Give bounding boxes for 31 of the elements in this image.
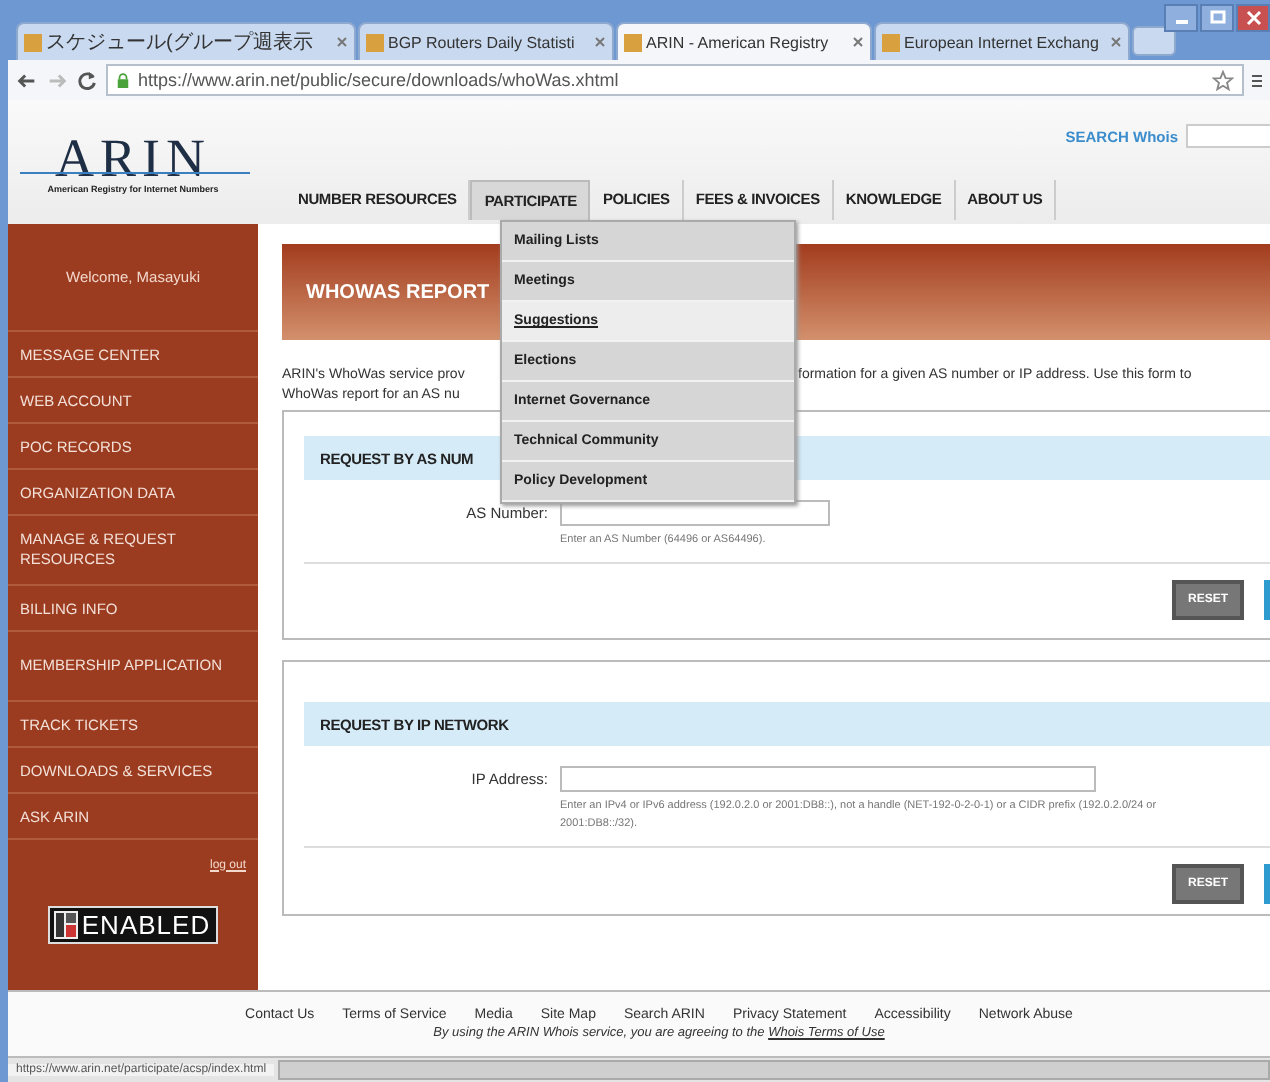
close-icon[interactable] bbox=[852, 36, 864, 48]
address-bar[interactable]: https://www.arin.net/public/secure/downloads/whoWas.xhtml bbox=[106, 64, 1244, 96]
maximize-icon bbox=[1207, 10, 1227, 26]
lock-icon bbox=[116, 71, 130, 89]
favicon-icon bbox=[624, 33, 642, 51]
page-title: WHOWAS REPORT bbox=[306, 281, 490, 303]
input-field[interactable] bbox=[560, 766, 1096, 792]
search-field[interactable] bbox=[1186, 124, 1270, 148]
minimize-button[interactable] bbox=[1164, 4, 1198, 32]
forward-icon[interactable] bbox=[46, 69, 68, 91]
ipv6-enabled-badge: ENABLED bbox=[47, 906, 219, 944]
menu-icon[interactable] bbox=[1252, 69, 1262, 91]
back-icon[interactable] bbox=[16, 69, 38, 91]
favicon-icon bbox=[882, 33, 900, 51]
favicon-icon bbox=[24, 33, 42, 51]
close-icon bbox=[1243, 10, 1263, 26]
maximize-button[interactable] bbox=[1200, 4, 1234, 32]
browser-tab[interactable]: BGP Routers Daily Statisti bbox=[358, 22, 614, 60]
favicon-icon bbox=[366, 33, 384, 51]
star-icon[interactable] bbox=[1212, 69, 1234, 91]
reload-icon[interactable] bbox=[76, 69, 98, 91]
close-button[interactable] bbox=[1236, 4, 1270, 32]
new-tab-button[interactable] bbox=[1132, 26, 1176, 56]
browser-tab[interactable]: スケジュール(グループ週表示 bbox=[16, 22, 356, 60]
browser-tab[interactable]: ARIN - American Registry bbox=[616, 22, 872, 60]
horizontal-scrollbar[interactable] bbox=[278, 1060, 1270, 1080]
close-icon[interactable] bbox=[336, 36, 348, 48]
ipv6-logo-icon bbox=[53, 910, 78, 940]
close-icon[interactable] bbox=[594, 36, 606, 48]
browser-tab[interactable]: European Internet Exchang bbox=[874, 22, 1130, 60]
close-icon[interactable] bbox=[1110, 36, 1122, 48]
